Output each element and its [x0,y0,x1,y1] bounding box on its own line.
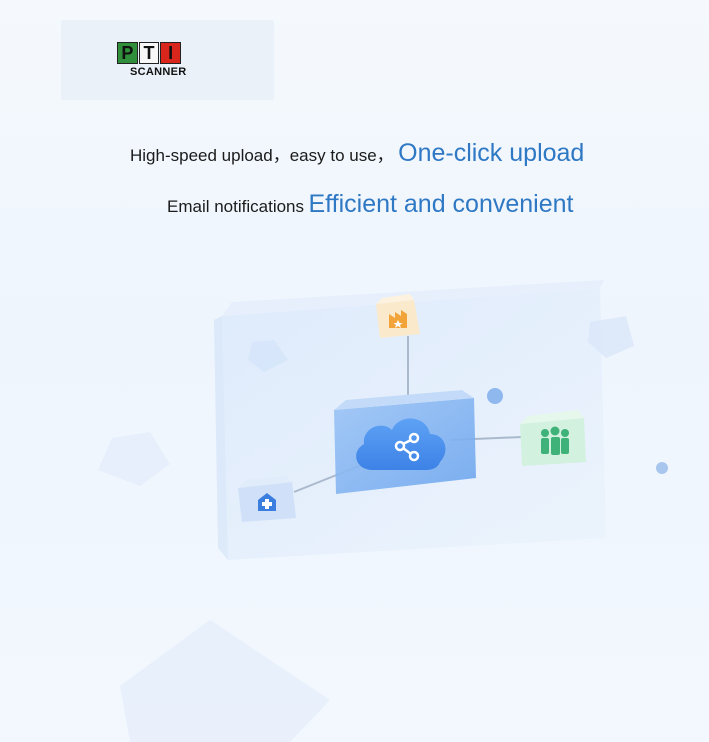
floating-sphere [487,388,503,404]
people-group-icon [520,410,586,466]
factory-icon [376,294,420,338]
floating-cube [98,432,170,486]
floating-sphere [656,462,668,474]
floating-cube [120,620,330,742]
hospital-icon [238,476,296,522]
upload-illustration [98,280,668,742]
page-background: P T I SCANNER High-speed upload，easy to … [0,0,709,742]
